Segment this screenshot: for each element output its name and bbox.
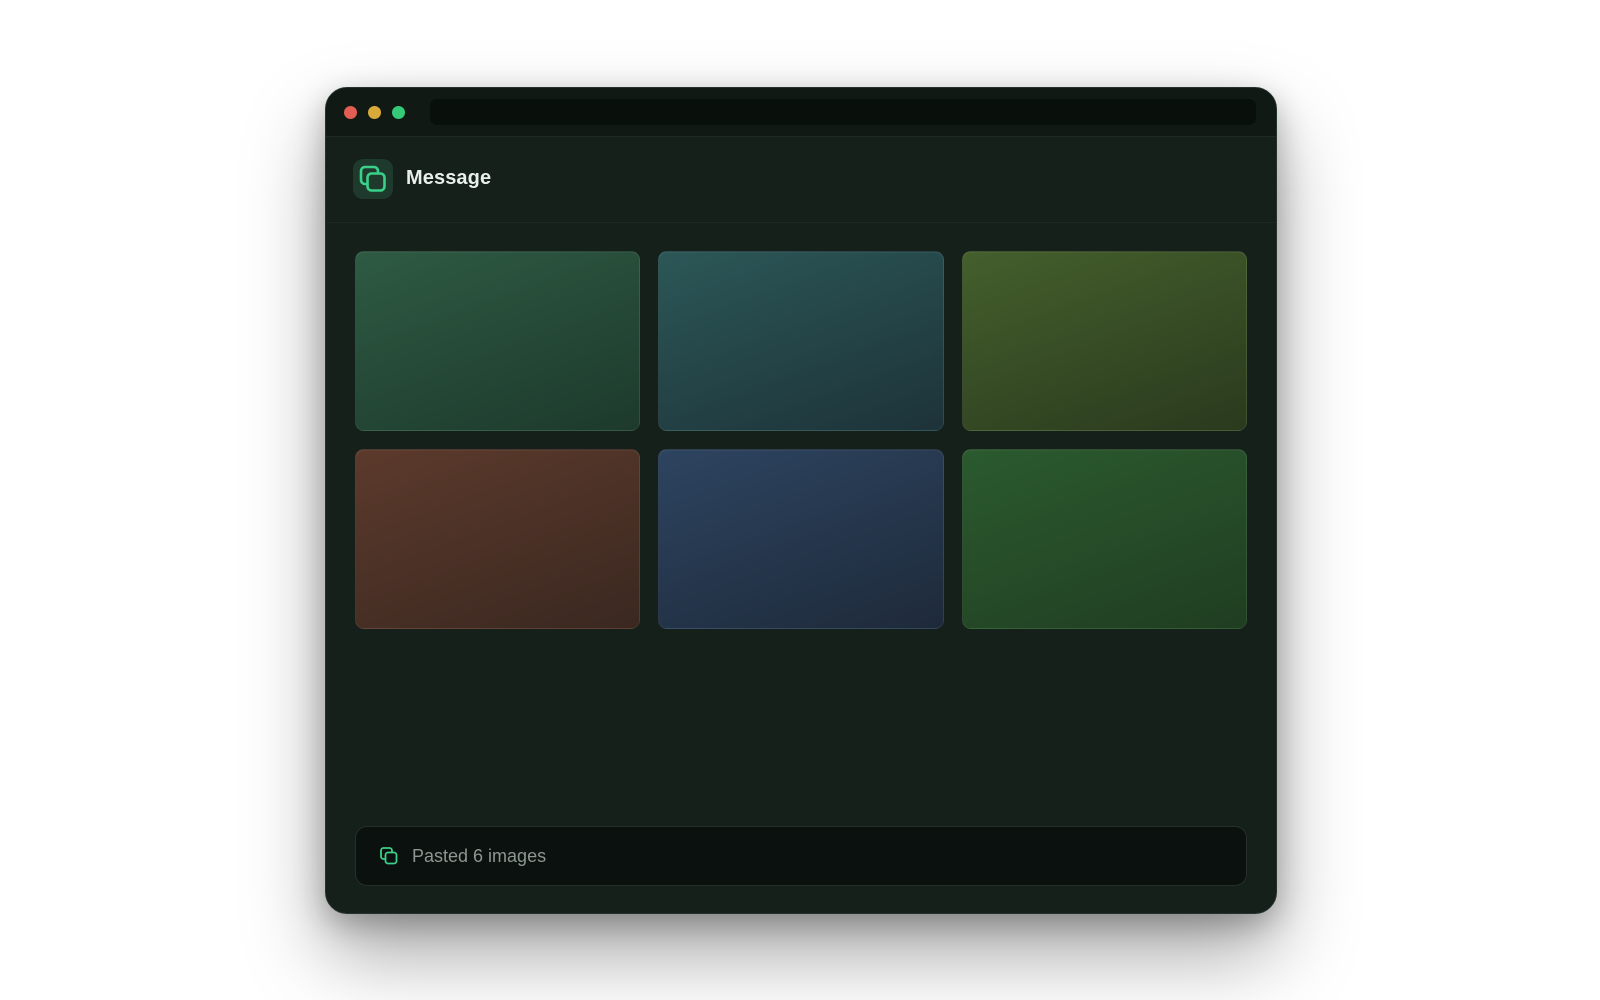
- copy-icon: [353, 159, 393, 199]
- image-thumbnail[interactable]: [961, 449, 1247, 629]
- close-window-button[interactable]: [344, 106, 357, 119]
- page-title: Message: [406, 167, 492, 189]
- message-composer[interactable]: Pasted 6 images: [355, 826, 1247, 886]
- image-thumbnail[interactable]: [355, 251, 641, 431]
- title-bar-field[interactable]: [430, 99, 1256, 125]
- image-thumbnail[interactable]: [658, 251, 944, 431]
- copy-icon: [379, 846, 399, 866]
- minimize-window-button[interactable]: [368, 106, 381, 119]
- title-bar: [326, 88, 1276, 137]
- message-window: Message Pasted 6 images: [325, 87, 1277, 914]
- message-header: Message: [326, 137, 1276, 223]
- image-thumbnail[interactable]: [961, 251, 1247, 431]
- image-thumbnail[interactable]: [355, 449, 641, 629]
- zoom-window-button[interactable]: [392, 106, 405, 119]
- image-attachments-grid: [355, 251, 1247, 629]
- image-thumbnail[interactable]: [658, 449, 944, 629]
- paste-status-text: Pasted 6 images: [412, 846, 547, 866]
